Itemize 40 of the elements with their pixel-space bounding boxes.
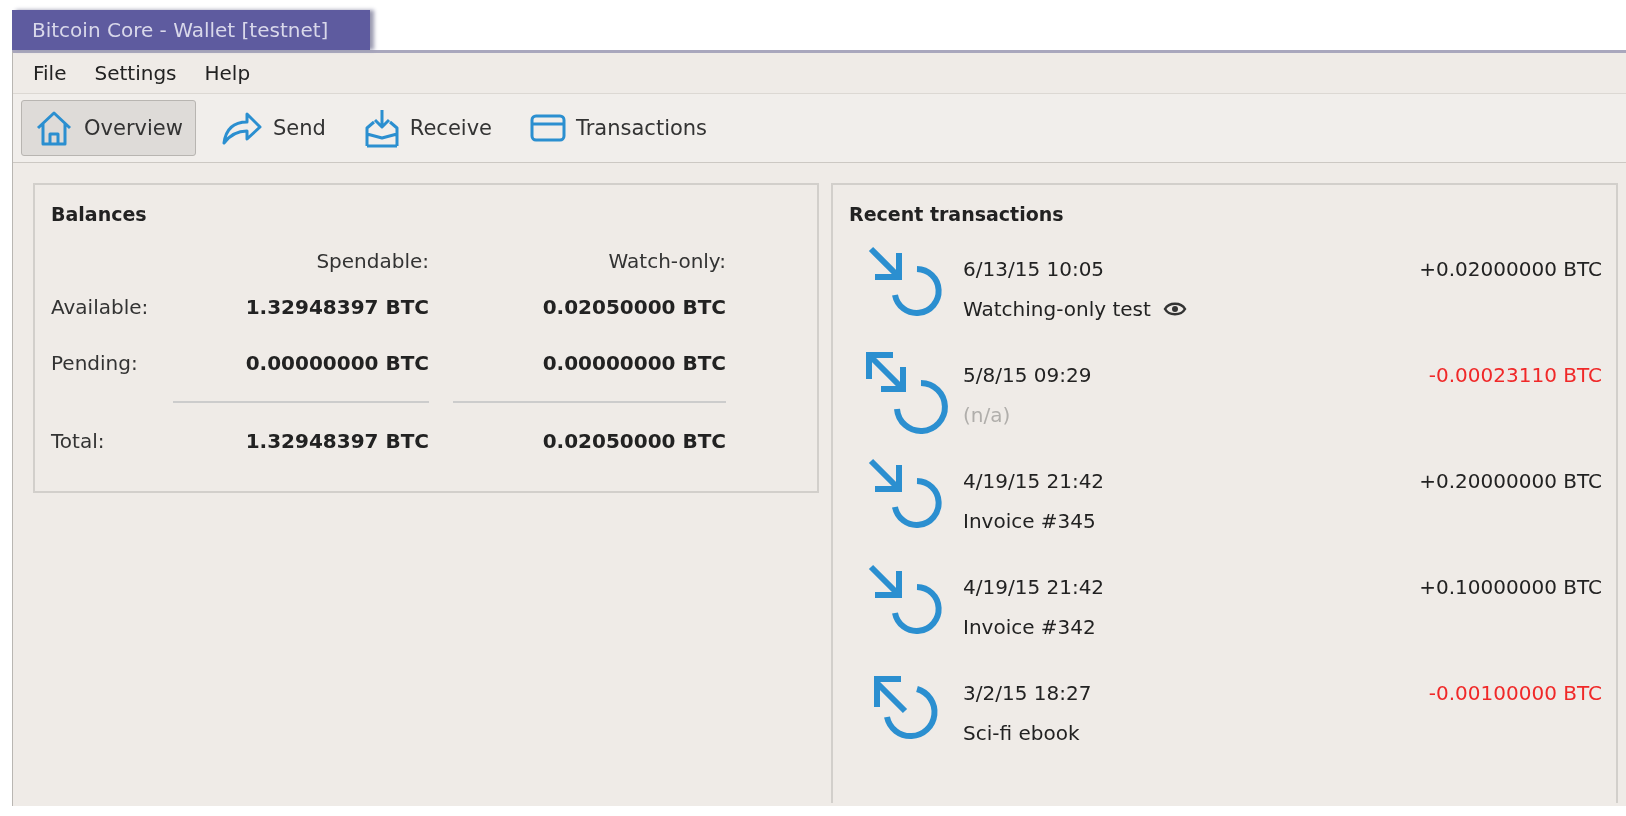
column-header: Watch-only: (608, 249, 726, 273)
transaction-amount: -0.00023110 BTC (1428, 362, 1602, 387)
toolbar-tab[interactable]: Transactions (517, 100, 721, 156)
curved-arrow-icon (220, 110, 263, 146)
row-label: Pending: (51, 351, 138, 375)
row-label: Available: (51, 295, 149, 319)
transaction-date: 5/8/15 09:29 (963, 363, 1093, 387)
inbox-arrow-icon (363, 108, 400, 148)
transaction-amount: +0.10000000 BTC (1419, 574, 1602, 599)
transaction-label: Sci-fi ebook (963, 721, 1080, 745)
window-title: Bitcoin Core - Wallet [testnet] (12, 10, 370, 50)
transaction-amount: +0.20000000 BTC (1419, 468, 1602, 493)
balance-amount: 0.02050000 BTC (542, 429, 726, 453)
toolbar-tab[interactable]: Send (207, 100, 339, 156)
row-label: Total: (51, 429, 105, 453)
card-icon (530, 113, 566, 143)
panel-title: Recent transactions (849, 203, 1065, 225)
menu-item[interactable]: File (33, 59, 67, 87)
toolbar-tab[interactable]: Overview (21, 100, 196, 156)
transaction-date: 4/19/15 21:42 (963, 575, 1106, 599)
balance-amount: 0.00000000 BTC (245, 351, 429, 375)
transaction-label: (n/a) (963, 403, 1011, 427)
transaction-date: 3/2/15 18:27 (963, 681, 1093, 705)
house-icon (34, 109, 74, 147)
transaction-date: 4/19/15 21:42 (963, 469, 1106, 493)
balance-amount: 1.32948397 BTC (245, 429, 429, 453)
toolbar-tab[interactable]: Receive (350, 100, 505, 156)
panel-title: Balances (51, 203, 148, 225)
menu-item[interactable]: Settings (94, 59, 177, 87)
transaction-date: 6/13/15 10:05 (963, 257, 1106, 281)
balance-amount: 1.32948397 BTC (245, 295, 429, 319)
column-header: Spendable: (316, 249, 429, 273)
balance-amount: 0.00000000 BTC (542, 351, 726, 375)
balance-amount: 0.02050000 BTC (542, 295, 726, 319)
menu-item[interactable]: Help (204, 59, 251, 87)
transaction-label: Invoice #342 (963, 615, 1096, 639)
transaction-amount: -0.00100000 BTC (1428, 680, 1602, 705)
transaction-amount: +0.02000000 BTC (1419, 256, 1602, 281)
transaction-label: Invoice #345 (963, 509, 1096, 533)
transaction-label: Watching-only test (963, 297, 1151, 321)
